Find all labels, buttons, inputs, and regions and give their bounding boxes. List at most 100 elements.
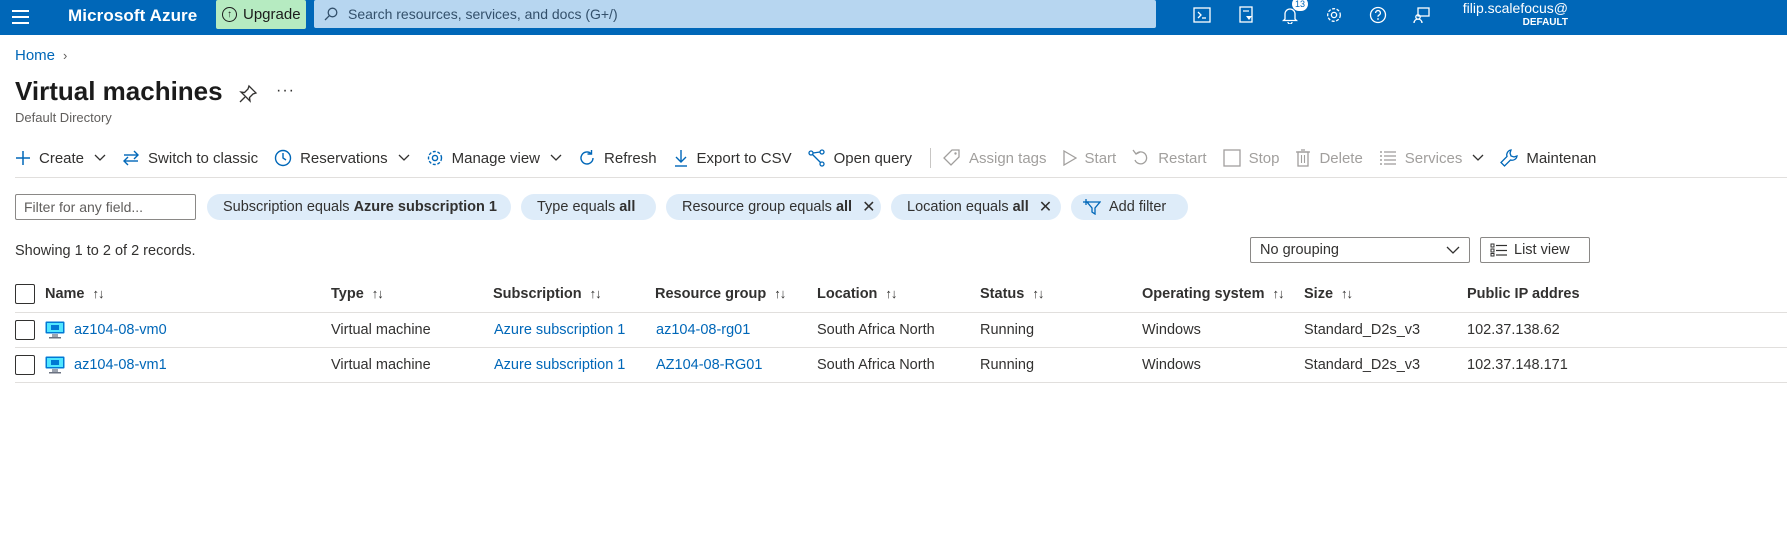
export-csv-button[interactable]: Export to CSV [673, 149, 792, 167]
rg-filter-value: all [835, 199, 853, 215]
cloud-shell-icon[interactable] [1180, 0, 1224, 30]
sort-icon[interactable]: ↑↓ [1032, 286, 1044, 301]
maintenance-button[interactable]: Maintenan [1500, 149, 1596, 167]
global-search[interactable] [314, 0, 1156, 28]
subscription-filter-pill[interactable]: Subscription equals Azure subscription 1 [207, 194, 511, 220]
column-header-status[interactable]: Status ↑↓ [980, 275, 1044, 312]
stop-label: Stop [1248, 149, 1280, 167]
row-checkbox[interactable] [15, 320, 35, 340]
subscription-link[interactable]: Azure subscription 1 [494, 313, 625, 347]
type-filter-label: Type equals [537, 199, 620, 215]
close-icon[interactable]: ✕ [862, 197, 875, 217]
resource-group-link[interactable]: AZ104-08-RG01 [656, 348, 762, 382]
vm-name-link[interactable]: az104-08-vm1 [74, 357, 167, 373]
sort-icon[interactable]: ↑↓ [885, 286, 897, 301]
column-header-name[interactable]: Name ↑↓ [45, 275, 105, 312]
page-title: Virtual machines [15, 76, 223, 106]
help-question-icon[interactable] [1356, 0, 1400, 30]
table-row[interactable]: az104-08-vm1 Virtual machine Azure subsc… [15, 348, 1787, 383]
restart-label: Restart [1158, 149, 1207, 167]
grouping-value: No grouping [1260, 242, 1339, 258]
vm-status: Running [980, 322, 1035, 338]
switch-to-classic-button[interactable]: Switch to classic [122, 150, 258, 167]
command-bar: Create Switch to classic Reservations Ma… [15, 142, 1612, 174]
restart-button[interactable]: Restart [1132, 149, 1207, 167]
list-icon [1379, 151, 1396, 165]
type-filter-pill[interactable]: Type equals all [521, 194, 656, 220]
resource-group-filter-pill[interactable]: Resource group equals all ✕ [666, 194, 881, 220]
create-button[interactable]: Create [15, 150, 106, 167]
assign-tags-label: Assign tags [968, 149, 1047, 167]
records-count: Showing 1 to 2 of 2 records. [15, 243, 196, 259]
sort-asc-icon[interactable]: ↑↓ [93, 286, 105, 301]
add-filter-icon [1083, 199, 1101, 215]
notification-count-badge: 13 [1292, 0, 1309, 11]
column-header-subscription[interactable]: Subscription ↑↓ [493, 275, 602, 312]
vm-name-link[interactable]: az104-08-vm0 [74, 322, 167, 338]
column-status-label: Status [980, 285, 1025, 302]
export-csv-label: Export to CSV [696, 149, 792, 167]
select-all-checkbox[interactable] [15, 283, 35, 304]
stop-button[interactable]: Stop [1222, 149, 1280, 167]
column-header-location[interactable]: Location ↑↓ [817, 275, 897, 312]
feedback-icon[interactable] [1400, 0, 1444, 30]
location-filter-value: all [1012, 199, 1029, 215]
column-header-resource-group[interactable]: Resource group ↑↓ [655, 275, 786, 312]
close-icon[interactable]: ✕ [1039, 197, 1052, 217]
search-input[interactable] [348, 6, 1128, 22]
open-query-button[interactable]: Open query [807, 149, 912, 167]
column-location-label: Location [817, 285, 878, 302]
sort-icon[interactable]: ↑↓ [1341, 286, 1353, 301]
table-row[interactable]: az104-08-vm0 Virtual machine Azure subsc… [15, 313, 1787, 348]
breadcrumb-home-link[interactable]: Home [15, 47, 55, 64]
location-filter-pill[interactable]: Location equals all ✕ [891, 194, 1061, 220]
vm-type: Virtual machine [331, 357, 431, 373]
row-checkbox[interactable] [15, 355, 35, 375]
sort-icon[interactable]: ↑↓ [774, 286, 786, 301]
chevron-right-icon: › [63, 48, 68, 63]
start-label: Start [1084, 149, 1117, 167]
brand-title[interactable]: Microsoft Azure [68, 6, 197, 26]
chevron-down-icon [1446, 246, 1460, 254]
sort-icon[interactable]: ↑↓ [372, 286, 384, 301]
page-subtitle: Default Directory [15, 110, 112, 125]
open-query-label: Open query [833, 149, 912, 167]
services-button[interactable]: Services [1379, 150, 1485, 167]
more-options-icon[interactable]: ··· [276, 82, 295, 100]
resource-group-link[interactable]: az104-08-rg01 [656, 313, 750, 347]
column-header-size[interactable]: Size ↑↓ [1304, 275, 1353, 312]
location-filter-label: Location equals [907, 199, 1013, 215]
start-button[interactable]: Start [1062, 149, 1117, 167]
delete-label: Delete [1319, 149, 1363, 167]
stop-square-icon [1222, 149, 1241, 167]
account-menu[interactable]: filip.scalefocus@ DEFAULT [1458, 0, 1568, 30]
add-filter-button[interactable]: Add filter [1071, 194, 1188, 220]
subscription-filter-value: Azure subscription 1 [353, 199, 497, 215]
subscription-link[interactable]: Azure subscription 1 [494, 348, 625, 382]
upgrade-button[interactable]: ↑ Upgrade [216, 0, 306, 29]
delete-button[interactable]: Delete [1295, 149, 1363, 167]
grouping-dropdown[interactable]: No grouping [1250, 237, 1470, 263]
sort-icon[interactable]: ↑↓ [1273, 286, 1285, 301]
column-header-os[interactable]: Operating system ↑↓ [1142, 275, 1285, 312]
filter-input[interactable] [15, 194, 196, 220]
reservations-button[interactable]: Reservations [274, 149, 410, 167]
directory-filter-icon[interactable] [1224, 0, 1268, 30]
manage-view-button[interactable]: Manage view [426, 149, 562, 167]
arrow-up-circle-icon: ↑ [222, 7, 237, 22]
breadcrumb: Home › [15, 47, 67, 64]
assign-tags-button[interactable]: Assign tags [943, 149, 1047, 167]
column-header-type[interactable]: Type ↑↓ [331, 275, 384, 312]
settings-gear-icon[interactable] [1312, 0, 1356, 30]
search-icon [324, 7, 338, 21]
pin-icon[interactable] [238, 84, 258, 104]
clock-icon [274, 149, 292, 167]
column-header-public-ip[interactable]: Public IP addres [1467, 275, 1580, 312]
chevron-down-icon [550, 154, 562, 161]
sort-icon[interactable]: ↑↓ [590, 286, 602, 301]
notifications-bell-icon[interactable]: 13 [1268, 0, 1312, 30]
create-label: Create [39, 149, 85, 167]
hamburger-menu-icon[interactable] [10, 5, 34, 29]
list-view-button[interactable]: List view [1480, 237, 1590, 263]
refresh-button[interactable]: Refresh [578, 149, 657, 167]
